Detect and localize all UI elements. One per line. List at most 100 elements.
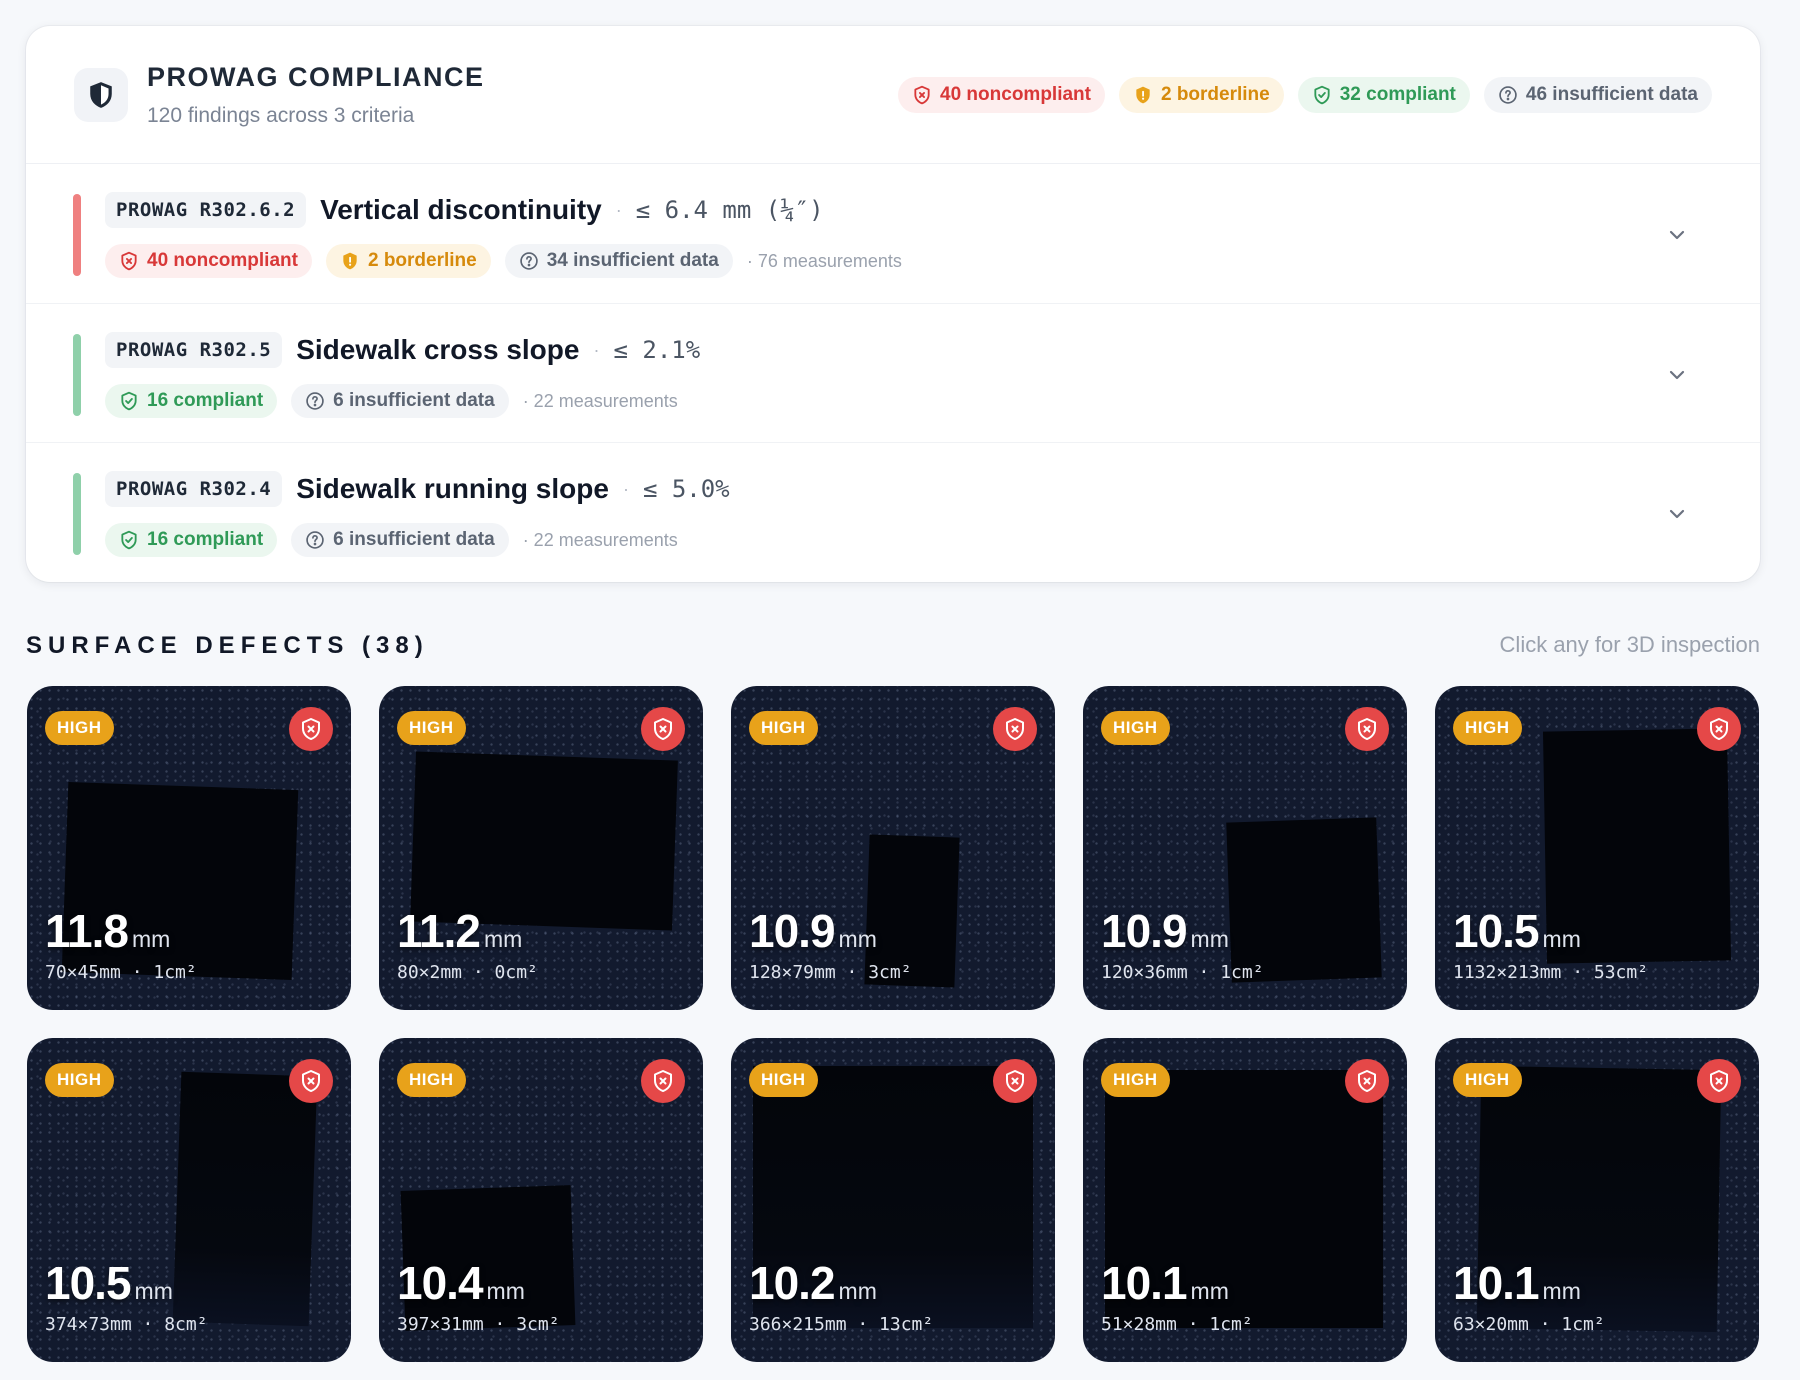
criterion-row-r302-5[interactable]: PROWAG R302.5 Sidewalk cross slope · ≤ 2…: [26, 303, 1760, 442]
noncompliant-flag-icon: [993, 707, 1037, 751]
defect-tile[interactable]: HIGH 11.8 mm 70×45mm · 1cm²: [27, 686, 351, 1010]
criterion-threshold: ≤ 6.4 mm (¼″): [635, 196, 824, 224]
depth-unit: mm: [1542, 926, 1581, 952]
compliant-label: 16 compliant: [147, 390, 264, 411]
measurement-count: · 22 measurements: [522, 390, 678, 411]
status-bar: [73, 334, 81, 416]
defect-depth: 10.5 mm: [1453, 904, 1581, 958]
criterion-threshold: ≤ 2.1%: [613, 336, 701, 364]
defect-depth: 10.9 mm: [1101, 904, 1229, 958]
insufficient-pill[interactable]: 34 insufficient data: [504, 244, 733, 278]
separator-dot: ·: [622, 478, 629, 499]
summary-borderline-pill[interactable]: 2 borderline: [1118, 77, 1284, 113]
defect-tile[interactable]: HIGH 10.4 mm 397×31mm · 3cm²: [379, 1038, 703, 1362]
noncompliant-flag-icon: [1345, 1059, 1389, 1103]
chevron-down-icon[interactable]: [1664, 222, 1690, 248]
separator-dot: ·: [593, 339, 600, 360]
defect-tile[interactable]: HIGH 10.2 mm 366×215mm · 13cm²: [731, 1038, 1055, 1362]
depth-value: 10.1: [1101, 1257, 1188, 1309]
criterion-code: PROWAG R302.4: [105, 471, 283, 507]
criterion-name: Vertical discontinuity: [320, 194, 602, 225]
depth-value: 10.9: [1101, 905, 1188, 957]
borderline-label: 2 borderline: [367, 250, 477, 271]
shield-alert-icon: [343, 252, 357, 270]
defect-tile[interactable]: HIGH 10.9 mm 120×36mm · 1cm²: [1083, 686, 1407, 1010]
chevron-down-icon[interactable]: [1664, 362, 1690, 388]
depth-unit: mm: [132, 926, 171, 952]
depth-unit: mm: [486, 1278, 525, 1304]
criterion-name: Sidewalk cross slope: [296, 334, 580, 365]
summary-noncompliant-label: 40 noncompliant: [940, 84, 1091, 105]
defect-tile[interactable]: HIGH 11.2 mm 80×2mm · 0cm²: [379, 686, 703, 1010]
defect-tile[interactable]: HIGH 10.1 mm 63×20mm · 1cm²: [1435, 1038, 1759, 1362]
defect-depth: 10.4 mm: [397, 1256, 525, 1310]
question-circle-icon: [519, 252, 538, 270]
depth-value: 10.2: [749, 1257, 836, 1309]
defect-scan-void: [1226, 817, 1382, 983]
defect-dimensions: 397×31mm · 3cm²: [397, 1314, 560, 1335]
defect-dimensions: 63×20mm · 1cm²: [1453, 1314, 1605, 1335]
summary-compliant-label: 32 compliant: [1339, 84, 1456, 105]
defect-depth: 10.2 mm: [749, 1256, 877, 1310]
severity-badge: HIGH: [749, 711, 818, 745]
severity-badge: HIGH: [397, 1063, 466, 1097]
chevron-down-icon[interactable]: [1664, 501, 1690, 527]
criterion-row-r302-6-2[interactable]: PROWAG R302.6.2 Vertical discontinuity ·…: [26, 164, 1760, 303]
insufficient-pill[interactable]: 6 insufficient data: [291, 523, 509, 557]
severity-badge: HIGH: [1453, 1063, 1522, 1097]
defect-dimensions: 1132×213mm · 53cm²: [1453, 962, 1649, 983]
borderline-pill[interactable]: 2 borderline: [325, 244, 491, 278]
defect-depth: 11.8 mm: [45, 904, 170, 958]
depth-value: 10.5: [1453, 905, 1540, 957]
criterion-row-r302-4[interactable]: PROWAG R302.4 Sidewalk running slope · ≤…: [26, 442, 1760, 581]
noncompliant-pill[interactable]: 40 noncompliant: [105, 244, 312, 278]
summary-noncompliant-pill[interactable]: 40 noncompliant: [898, 77, 1105, 113]
noncompliant-flag-icon: [993, 1059, 1037, 1103]
noncompliant-flag-icon: [289, 707, 333, 751]
defect-dimensions: 70×45mm · 1cm²: [45, 962, 197, 983]
noncompliant-flag-icon: [289, 1059, 333, 1103]
page-subtitle: 120 findings across 3 criteria: [147, 104, 415, 127]
defect-tile[interactable]: HIGH 10.5 mm 374×73mm · 8cm²: [27, 1038, 351, 1362]
shield-x-icon: [121, 251, 137, 271]
summary-borderline-label: 2 borderline: [1160, 84, 1270, 105]
severity-badge: HIGH: [1101, 1063, 1170, 1097]
noncompliant-flag-icon: [641, 1059, 685, 1103]
depth-unit: mm: [838, 926, 877, 952]
criterion-code: PROWAG R302.6.2: [105, 192, 307, 228]
summary-insufficient-pill[interactable]: 46 insufficient data: [1483, 77, 1712, 113]
compliant-pill[interactable]: 16 compliant: [105, 523, 278, 557]
depth-value: 11.2: [397, 905, 481, 957]
defect-dimensions: 366×215mm · 13cm²: [749, 1314, 934, 1335]
defect-depth: 10.1 mm: [1453, 1256, 1581, 1310]
section-title: SURFACE DEFECTS (38): [26, 632, 429, 659]
measurement-count: · 76 measurements: [746, 250, 902, 271]
noncompliant-label: 40 noncompliant: [147, 250, 298, 271]
depth-unit: mm: [484, 926, 523, 952]
insufficient-label: 34 insufficient data: [546, 250, 719, 271]
noncompliant-flag-icon: [641, 707, 685, 751]
severity-badge: HIGH: [45, 711, 114, 745]
severity-badge: HIGH: [397, 711, 466, 745]
depth-unit: mm: [1190, 926, 1229, 952]
depth-unit: mm: [838, 1278, 877, 1304]
severity-badge: HIGH: [749, 1063, 818, 1097]
depth-value: 11.8: [45, 905, 129, 957]
noncompliant-flag-icon: [1345, 707, 1389, 751]
defect-tile[interactable]: HIGH 10.1 mm 51×28mm · 1cm²: [1083, 1038, 1407, 1362]
status-bar: [73, 194, 81, 276]
defect-dimensions: 80×2mm · 0cm²: [397, 962, 538, 983]
severity-badge: HIGH: [1453, 711, 1522, 745]
status-bar: [73, 473, 81, 555]
defect-depth: 10.9 mm: [749, 904, 877, 958]
defect-tile[interactable]: HIGH 10.5 mm 1132×213mm · 53cm²: [1435, 686, 1759, 1010]
defect-tile[interactable]: HIGH 10.9 mm 128×79mm · 3cm²: [731, 686, 1055, 1010]
defect-depth: 11.2 mm: [397, 904, 522, 958]
shield-x-icon: [914, 85, 930, 105]
noncompliant-flag-icon: [1697, 707, 1741, 751]
compliant-pill[interactable]: 16 compliant: [105, 384, 278, 418]
summary-compliant-pill[interactable]: 32 compliant: [1297, 77, 1470, 113]
insufficient-pill[interactable]: 6 insufficient data: [291, 384, 509, 418]
defect-dimensions: 120×36mm · 1cm²: [1101, 962, 1264, 983]
shield-alert-icon: [1136, 86, 1150, 104]
